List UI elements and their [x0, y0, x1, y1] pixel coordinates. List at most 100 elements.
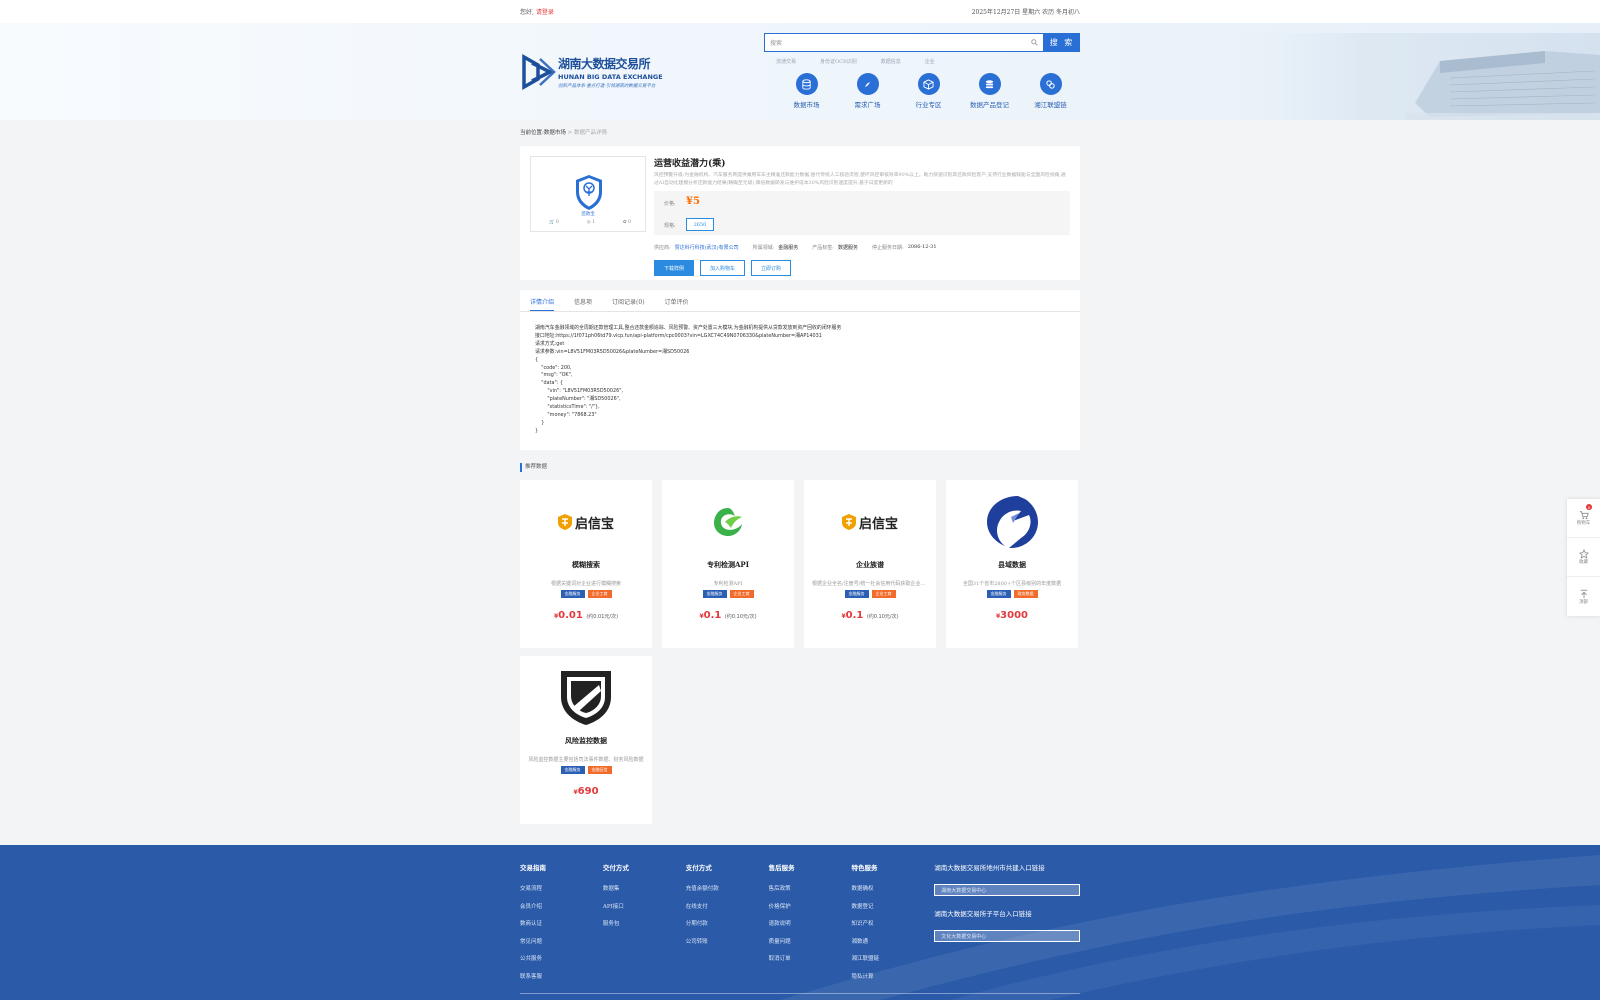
cart-count[interactable]: 🛒 0 [549, 220, 559, 225]
product-description: 风控预警升级:为金融机构、汽车服务商提供乘用车车主精准还款能力数据,替代传统人工… [654, 173, 1066, 186]
cart-icon [1579, 511, 1589, 520]
recommend-card[interactable]: 县域数据 全国31个省市2800+个区县级别的年度数据 金融服务 政务数据 ¥30… [946, 480, 1078, 648]
qixinbao-shield-icon [841, 514, 856, 530]
footer-link[interactable]: 分期付款 [686, 919, 769, 937]
footer-link[interactable]: 隐私计算 [851, 972, 934, 990]
nav-label: 湘江联盟链 [1034, 101, 1067, 109]
tab-subscriptions[interactable]: 订阅记录(0) [612, 290, 645, 311]
card-desc: 风险监控数据主要包括司法事件数据、财务风险数据 [528, 757, 644, 763]
footer-link[interactable]: 退款说明 [769, 919, 852, 937]
footer-col-guide: 交易指南 交易流程 会员介绍 数商认证 常见问题 公共服务 联系客服 [520, 862, 603, 989]
footer-link[interactable]: 交易流程 [520, 884, 603, 902]
footer-col-payment: 支付方式 充值余额付款 在线支付 分期付款 公司转账 [686, 862, 769, 989]
login-link[interactable]: 请登录 [536, 9, 554, 16]
add-to-cart-button[interactable]: 加入购物车 [700, 260, 746, 276]
city-entry-select[interactable]: 湖南大数据交易中心 [934, 884, 1081, 896]
hot-word[interactable]: 身份证OCR识别 [820, 58, 857, 65]
footer-col-aftersales: 售后服务 售后政策 价格保护 退款说明 质量问题 取消订单 [769, 862, 852, 989]
recommend-card[interactable]: 启信宝 企业族谱 根据企业全名/注册号/统一社会信用代码获取企业族谱 金融服务企… [804, 480, 936, 648]
database-icon [802, 78, 811, 90]
cart-badge: 0 [1586, 504, 1592, 510]
product-tag-label: 产品标签: [812, 245, 834, 251]
footer-link[interactable]: 充值余额付款 [686, 884, 769, 902]
hot-word[interactable]: 数据信息 [881, 58, 901, 65]
card-tag: 企业工商 [871, 590, 896, 598]
card-name: 企业族谱 [856, 560, 884, 569]
site-logo[interactable]: 湖南大数据交易所 HUNAN BIG DATA EXCHANGE 创新产品体系·… [520, 53, 663, 91]
footer-link[interactable]: 价格保护 [769, 902, 852, 920]
tab-reviews[interactable]: 订单评价 [665, 290, 689, 311]
tab-info-items[interactable]: 信息项 [574, 290, 592, 311]
card-name: 风险监控数据 [565, 736, 607, 745]
footer-link[interactable]: 数据集 [603, 884, 686, 902]
nav-xiangjiang-chain[interactable]: 湘江联盟链 [1020, 73, 1081, 109]
area-value: 金融服务 [778, 245, 799, 251]
sidebar-cart[interactable]: 0 购物车 [1567, 499, 1600, 538]
nav-demand-square[interactable]: 需求广场 [837, 73, 898, 109]
footer-link[interactable]: 服务包 [603, 919, 686, 937]
footer-link[interactable]: 数商认证 [520, 919, 603, 937]
footer-link[interactable]: 数据确权 [851, 884, 934, 902]
detail-tabs: 详情介绍 信息项 订阅记录(0) 订单评价 [520, 290, 1080, 312]
star-icon [1578, 549, 1589, 559]
spec-option[interactable]: 2650 [686, 218, 714, 231]
buy-now-button[interactable]: 立即订购 [751, 260, 792, 276]
footer-link[interactable]: 常见问题 [520, 937, 603, 955]
hot-word[interactable]: 企业 [925, 58, 935, 65]
footer-col-title: 支付方式 [685, 864, 712, 872]
footer-link[interactable]: 公司转账 [686, 937, 769, 955]
breadcrumb-market-link[interactable]: 数据市场 [544, 130, 566, 136]
recommend-card[interactable]: 风险监控数据 风险监控数据主要包括司法事件数据、财务风险数据 金融服务 金融征信 … [520, 656, 652, 824]
nav-data-market[interactable]: 数据市场 [776, 73, 837, 109]
footer-link[interactable]: 公共服务 [520, 954, 603, 972]
nav-industry-zone[interactable]: 行业专区 [898, 73, 959, 109]
footer-col-title: 交易指南 [520, 864, 546, 872]
footer-link[interactable]: 湘数通 [851, 937, 934, 955]
card-name: 县域数据 [998, 560, 1026, 569]
favorite-count[interactable]: ✿ 0 [623, 220, 631, 225]
price-value: 0.1 [845, 610, 864, 621]
footer-link2-title: 湖南大数据交易所子平台入口链接 [934, 910, 1032, 918]
footer-link[interactable]: 质量问题 [769, 937, 852, 955]
supplier-link[interactable]: 赞达科行科技(武汉)有限公司 [675, 244, 739, 251]
nav-product-register[interactable]: 数据产品登记 [959, 73, 1020, 109]
recommend-title: 推荐数据 [520, 463, 1080, 472]
footer-entry-links: 湖南大数据交易所地州市共建入口链接 湖南大数据交易中心 湖南大数据交易所子平台入… [934, 862, 1081, 989]
breadcrumb-separator: > [567, 130, 573, 136]
product-actions: 下载样例 加入购物车 立即订购 [654, 260, 1070, 276]
logo-chinese-name: 湖南大数据交易所 [558, 57, 651, 71]
recommend-card[interactable]: 专利检测API 专利检测API 金融服务 企业工商 ¥0.1 (约0.10元/次) [662, 480, 794, 648]
footer-link[interactable]: 知识产权 [851, 919, 934, 937]
footer-link[interactable]: 取消订单 [769, 954, 852, 972]
footer-link[interactable]: 湘江联盟链 [851, 954, 934, 972]
footer-link[interactable]: 会员介绍 [520, 902, 603, 920]
search-input[interactable]: 搜索 [764, 33, 1044, 52]
tab-detail[interactable]: 详情介绍 [530, 290, 555, 311]
footer-link[interactable]: 数据登记 [851, 902, 934, 920]
site-header: 湖南大数据交易所 HUNAN BIG DATA EXCHANGE 创新产品体系·… [0, 23, 1600, 120]
recommend-card[interactable]: 启信宝 模糊搜索 根据关键词对企业进行模糊搜索 金融服务 企业工商 ¥0.01 (… [520, 480, 652, 648]
recommend-grid: 启信宝 模糊搜索 根据关键词对企业进行模糊搜索 金融服务 企业工商 ¥0.01 (… [520, 480, 1080, 824]
spec-label: 规格: [664, 223, 676, 229]
card-tag: 企业工商 [587, 590, 612, 598]
sidebar-cart-label: 购物车 [1576, 521, 1591, 526]
card-tag: 金融服务 [986, 590, 1011, 598]
product-image: 还款宝 🛒 0 ◎ 1 ✿ 0 [530, 156, 646, 232]
cube-icon [923, 78, 934, 90]
fav-count-value: 0 [628, 220, 631, 225]
download-sample-button[interactable]: 下载样例 [654, 260, 695, 276]
supplier-label: 供应商: [654, 245, 671, 251]
card-tag: 金融服务 [560, 590, 585, 598]
footer-link[interactable]: API接口 [603, 902, 686, 920]
card-tag: 金融征信 [587, 766, 612, 774]
sidebar-back-to-top[interactable]: 顶部 [1567, 577, 1600, 616]
sidebar-favorite[interactable]: 收藏 [1567, 538, 1600, 577]
footer-link[interactable]: 售后政策 [769, 884, 852, 902]
search-button[interactable]: 搜 索 [1044, 33, 1080, 52]
footer-link[interactable]: 联系客服 [520, 972, 603, 990]
footer-link[interactable]: 在线支付 [686, 902, 769, 920]
card-tag: 金融服务 [560, 766, 585, 774]
subplatform-entry-select[interactable]: 文化大数据交易中心 [934, 930, 1081, 942]
hot-word[interactable]: 流通交易 [776, 58, 796, 65]
card-desc: 专利检测API [713, 581, 743, 587]
